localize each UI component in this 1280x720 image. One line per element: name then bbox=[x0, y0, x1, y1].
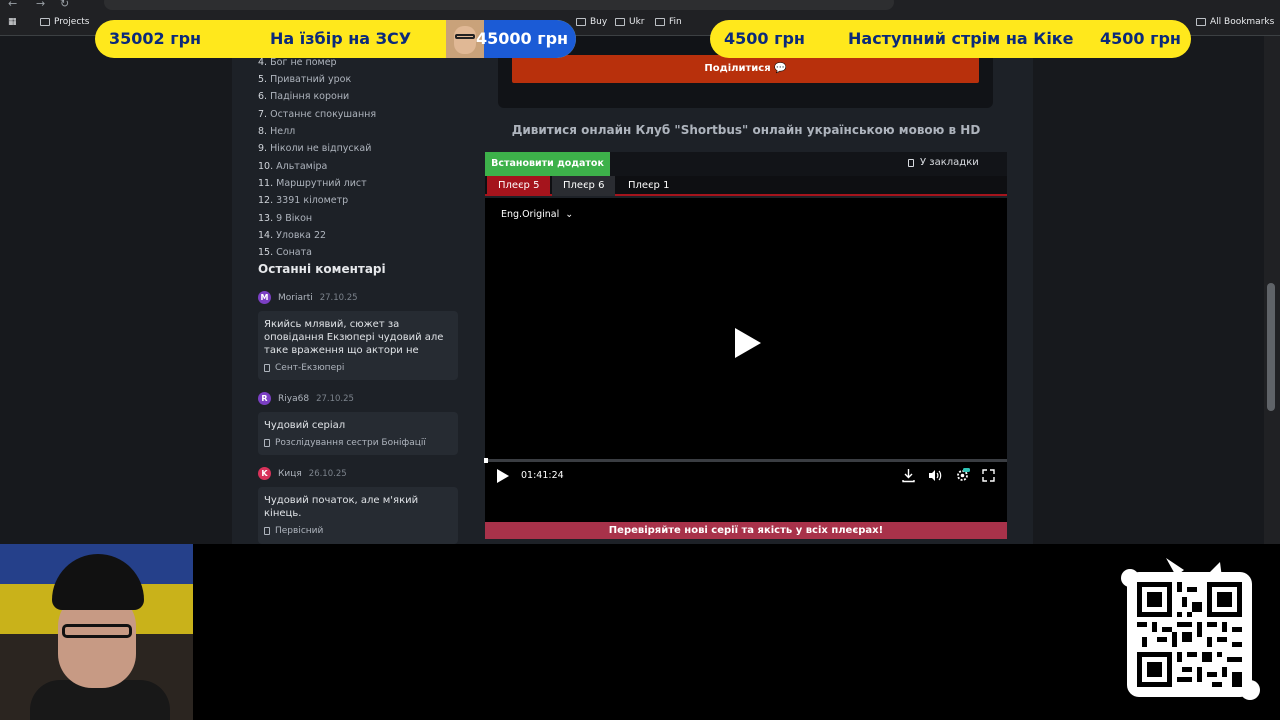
film-icon bbox=[264, 527, 270, 535]
episode-item[interactable]: 8. Нелл bbox=[258, 126, 295, 137]
play-button[interactable] bbox=[497, 469, 509, 483]
episode-item[interactable]: 5. Приватний урок bbox=[258, 74, 351, 85]
scrollbar-thumb[interactable] bbox=[1267, 283, 1275, 411]
folder-icon bbox=[576, 18, 586, 26]
film-icon bbox=[264, 364, 270, 372]
share-button[interactable]: Поділитися 💬 bbox=[512, 55, 979, 83]
comment-author[interactable]: M Moriarti 27.10.25 bbox=[258, 291, 358, 304]
goal-amount-left: 45000 грн bbox=[476, 29, 569, 48]
folder-icon bbox=[615, 18, 625, 26]
fullscreen-icon[interactable] bbox=[981, 468, 996, 483]
forward-icon[interactable]: → bbox=[36, 0, 45, 10]
episode-item[interactable]: 7. Останнє спокушання bbox=[258, 109, 376, 120]
episode-item[interactable]: 14. Уловка 22 bbox=[258, 230, 326, 241]
comment-film-link[interactable]: Первісний bbox=[264, 526, 452, 536]
avatar-face bbox=[454, 26, 476, 54]
folder-icon bbox=[655, 18, 665, 26]
episode-item[interactable]: 10. Альтаміра bbox=[258, 161, 327, 172]
episode-item[interactable]: 9. Ніколи не відпускай bbox=[258, 143, 371, 154]
volume-icon[interactable] bbox=[927, 468, 942, 483]
reload-icon[interactable]: ↻ bbox=[60, 0, 69, 10]
tab-player-5[interactable]: Плеєр 5 bbox=[487, 176, 551, 196]
episode-item[interactable]: 6. Падіння корони bbox=[258, 91, 349, 102]
audio-track-select[interactable]: Eng.Original ⌄ bbox=[501, 209, 573, 220]
comment-author[interactable]: K Киця 26.10.25 bbox=[258, 467, 347, 480]
film-icon bbox=[264, 439, 270, 447]
install-app-button[interactable]: Встановити додаток bbox=[485, 152, 610, 176]
url-field[interactable] bbox=[104, 0, 894, 10]
chevron-down-icon: ⌄ bbox=[565, 209, 574, 220]
folder-icon bbox=[1196, 18, 1206, 26]
episode-item[interactable]: 4. Бог не помер bbox=[258, 57, 337, 68]
comments-heading: Останні коментарі bbox=[258, 262, 386, 276]
comment-card[interactable]: Чудовий початок, але м'який кінець. Перв… bbox=[258, 487, 458, 544]
episode-item[interactable]: 13. 9 Вікон bbox=[258, 213, 312, 224]
avatar-glasses bbox=[455, 34, 475, 39]
gear-icon[interactable] bbox=[955, 468, 970, 483]
comment-text: Якийсь млявий, сюжет за оповідання Екзюп… bbox=[264, 319, 444, 356]
tab-player-1[interactable]: Плеєр 1 bbox=[617, 176, 680, 196]
comment-card[interactable]: Чудовий серіал Розслідування сестри Боні… bbox=[258, 412, 458, 455]
webcam-feed bbox=[0, 544, 193, 720]
bookmark-buy[interactable]: Buy bbox=[576, 17, 607, 27]
apps-icon[interactable]: ▦ bbox=[8, 17, 17, 27]
browser-address-bar: ← → ↻ bbox=[0, 0, 1280, 12]
bookmark-icon bbox=[908, 158, 914, 167]
progress-handle[interactable] bbox=[484, 458, 488, 463]
avatar: K bbox=[258, 467, 271, 480]
avatar: M bbox=[258, 291, 271, 304]
add-bookmark-button[interactable]: У закладки bbox=[908, 157, 979, 168]
bookmark-ukr[interactable]: Ukr bbox=[615, 17, 645, 27]
episode-item[interactable]: 15. Соната bbox=[258, 247, 312, 258]
download-icon[interactable] bbox=[901, 468, 916, 483]
avatar: R bbox=[258, 392, 271, 405]
page-margin-right bbox=[1033, 36, 1280, 544]
episode-item[interactable]: 11. Маршрутний лист bbox=[258, 178, 367, 189]
stream-screen: ← → ↻ ▦ Projects Buy Ukr Fin All Bookmar… bbox=[0, 0, 1280, 720]
comment-text: Чудовий серіал bbox=[264, 420, 346, 431]
folder-icon bbox=[40, 18, 50, 26]
time-display: 01:41:24 bbox=[521, 470, 564, 481]
tab-player-6[interactable]: Плеєр 6 bbox=[552, 176, 616, 196]
page-margin-left bbox=[0, 36, 232, 544]
comment-film-link[interactable]: Розслідування сестри Боніфації bbox=[264, 438, 452, 448]
bookmark-fin[interactable]: Fin bbox=[655, 17, 682, 27]
play-icon[interactable] bbox=[735, 328, 761, 358]
donation-banner-right: 4500 грн Наступний стрім на Кіке 4500 гр… bbox=[710, 20, 1191, 58]
comment-film-link[interactable]: Сент-Екзюпері bbox=[264, 363, 452, 373]
comment-card[interactable]: Якийсь млявий, сюжет за оповідання Екзюп… bbox=[258, 311, 458, 380]
page-title: Дивитися онлайн Клуб "Shortbus" онлайн у… bbox=[511, 123, 981, 137]
notice-bar: Перевіряйте нові серії та якість у всіх … bbox=[485, 522, 1007, 539]
qr-code-icon[interactable] bbox=[1137, 582, 1242, 687]
progress-bar[interactable] bbox=[485, 459, 1007, 462]
bookmark-projects[interactable]: Projects bbox=[40, 17, 89, 27]
comment-author[interactable]: R Riya68 27.10.25 bbox=[258, 392, 354, 405]
episode-item[interactable]: 12. 3391 кілометр bbox=[258, 195, 348, 206]
bookmark-all[interactable]: All Bookmarks bbox=[1196, 17, 1274, 27]
streamer-glasses bbox=[62, 624, 132, 638]
back-icon[interactable]: ← bbox=[8, 0, 17, 10]
player-tabs: Плеєр 5 Плеєр 6 Плеєр 1 bbox=[485, 176, 1007, 196]
comment-text: Чудовий початок, але м'який кінець. bbox=[264, 495, 419, 519]
